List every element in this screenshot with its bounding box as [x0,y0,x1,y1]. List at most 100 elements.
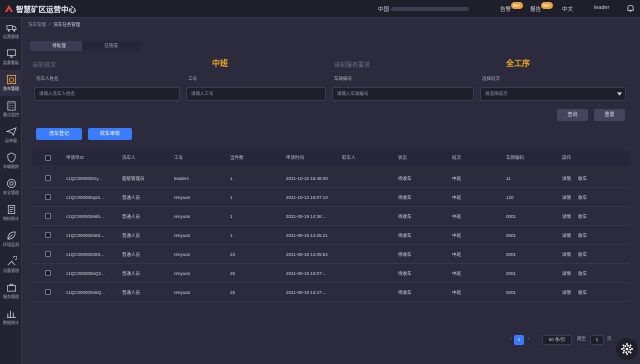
sidebar-item-label: 环境监测 [3,242,19,247]
receive-link[interactable]: 收车 [578,176,587,182]
row-checkbox[interactable] [45,175,51,181]
detail-link[interactable]: 详情 [562,176,571,182]
col-washer: 洗车人 [122,155,136,160]
detail-link[interactable]: 详情 [562,271,571,277]
sidebar-item-safety[interactable]: 安全管理 [0,174,22,200]
vehicle-input[interactable]: 请输入车辆编号 [332,87,474,101]
page-suffix: 页 [607,336,612,341]
wash-receive-button[interactable]: 收车审核 [88,128,132,140]
notice-badge: 99+ [541,2,553,9]
query-button[interactable]: 查询 [557,109,588,121]
cell-count: 1 [230,214,233,219]
tab-done[interactable]: 已完成 [82,41,140,51]
cell-id: c1QC000000qsS... [66,195,105,200]
sidebar: 运营管理 监督看板 洗车管理 重点监控 运单量 车辆跟踪 安全管理 物料统计 环… [0,18,22,364]
washer-input[interactable]: 请输入洗车人姓名 [34,87,180,101]
col-emp: 工号 [174,155,183,160]
sidebar-item-label: 物料统计 [3,216,19,221]
sidebar-item-label: 重点监控 [3,112,19,117]
receive-link[interactable]: 收车 [578,252,587,258]
user-menu[interactable]: leader [594,5,609,11]
settings-button[interactable] [616,338,638,360]
language-select[interactable]: 中文 [562,5,573,13]
sidebar-item-label: 设备管理 [3,268,19,273]
sidebar-item-orders[interactable]: 运单量 [0,122,22,148]
sidebar-item-monitor[interactable]: 监督看板 [0,44,22,70]
table-row[interactable]: c1QC000000n6h... 普通人员 renyuan 1 2021-09-… [32,207,630,226]
cell-time: 2021-09-19 10:07:... [286,271,327,276]
row-checkbox[interactable] [45,194,51,200]
table-header: 申请单ID 洗车人 工号 当件数 申请时间 取车人 状态 班次 车牌编码 操作 [32,151,630,165]
cell-washer: 普通人员 [122,195,140,200]
receive-link[interactable]: 收车 [578,271,587,277]
sidebar-item-stats[interactable]: 数据统计 [0,304,22,330]
employee-input[interactable]: 请输入工号 [186,87,326,101]
sidebar-item-watch[interactable]: 重点监控 [0,96,22,122]
row-checkbox[interactable] [45,289,51,295]
table-row[interactable]: c1QC000000my... 超级管理员 leaders 1 2021-10-… [32,169,630,188]
washer-label: 洗车人姓名 [36,76,59,81]
shift-select[interactable]: 请选择班次 [480,87,626,101]
table-row[interactable]: c1QC000000nQ2... 普通人员 renyuan 25 2021-09… [32,264,630,283]
detail-link[interactable]: 详情 [562,252,571,258]
receive-link[interactable]: 收车 [578,290,587,296]
cell-plate: 0001 [506,233,517,238]
tab-pending[interactable]: 待处理 [30,41,88,51]
sidebar-item-device[interactable]: 设备管理 [0,252,22,278]
table-row[interactable]: c1QC000000qsS... 普通人员 renyuan 1 2021-10-… [32,188,630,207]
bell-icon[interactable] [626,4,635,13]
prev-page-button[interactable]: ‹ [510,336,512,345]
detail-link[interactable]: 详情 [562,290,571,296]
cell-plate: 0001 [506,252,517,257]
row-checkbox[interactable] [45,251,51,257]
chevron-down-icon [617,92,622,96]
sidebar-item-track[interactable]: 车辆跟踪 [0,148,22,174]
reset-button[interactable]: 重置 [594,109,625,121]
cell-washer: 普通人员 [122,290,140,295]
goto-input[interactable]: 1 [590,335,604,345]
sidebar-item-service[interactable]: 服务管理 [0,278,22,304]
sidebar-item-ops[interactable]: 运营管理 [0,18,22,44]
cell-emp: renyuan [174,290,191,295]
cell-emp: renyuan [174,214,191,219]
sidebar-item-wash[interactable]: 洗车管理 [0,70,22,96]
alarm-link[interactable]: 告警 [500,5,511,13]
receive-link[interactable]: 收车 [578,195,587,201]
col-picker: 取车人 [342,155,356,160]
cell-id: c1QC000000n8S... [66,233,105,238]
select-all-checkbox[interactable] [45,155,51,161]
cell-count: 23 [230,252,236,257]
table-row[interactable]: c1QC000000n8S... 普通人员 renyuan 23 2021-09… [32,245,630,264]
receive-link[interactable]: 收车 [578,214,587,220]
row-checkbox[interactable] [45,270,51,276]
sidebar-item-material[interactable]: 物料统计 [0,200,22,226]
page-number[interactable]: 1 [514,335,524,345]
cell-washer: 普通人员 [122,214,140,219]
notice-link[interactable]: 报告 [530,5,541,13]
next-page-button[interactable]: › [528,336,530,345]
page-size-select[interactable]: 50 条/页 [542,335,572,345]
cell-plate: 0001 [506,271,517,276]
receive-link[interactable]: 收车 [578,233,587,239]
chart-icon [6,310,16,319]
employee-label: 工号 [188,76,197,81]
detail-link[interactable]: 详情 [562,195,571,201]
breadcrumb-root[interactable]: 洗车管理 [28,22,46,27]
cell-washer: 普通人员 [122,233,140,238]
table-row[interactable]: c1QC000000n6Q... 普通人员 renyuan 25 2021-09… [32,283,630,302]
sidebar-item-label: 运单量 [5,138,17,143]
cell-id: c1QC000000my... [66,176,102,181]
row-checkbox[interactable] [45,213,51,219]
wash-icon [6,74,16,85]
detail-link[interactable]: 详情 [562,214,571,220]
sidebar-item-env[interactable]: 环境监测 [0,226,22,252]
row-checkbox[interactable] [45,232,51,238]
detail-link[interactable]: 详情 [562,233,571,239]
table-row[interactable]: c1QC000000n8S... 普通人员 renyuan 1 2021-09-… [32,226,630,245]
cell-status: 待收车 [398,195,412,200]
cell-count: 1 [230,195,233,200]
wash-register-button[interactable]: 洗车登记 [36,128,82,140]
cell-plate: 120 [506,195,514,200]
region-label[interactable]: 中国 [378,5,389,13]
app-title: 智慧矿区运营中心 [16,5,76,14]
